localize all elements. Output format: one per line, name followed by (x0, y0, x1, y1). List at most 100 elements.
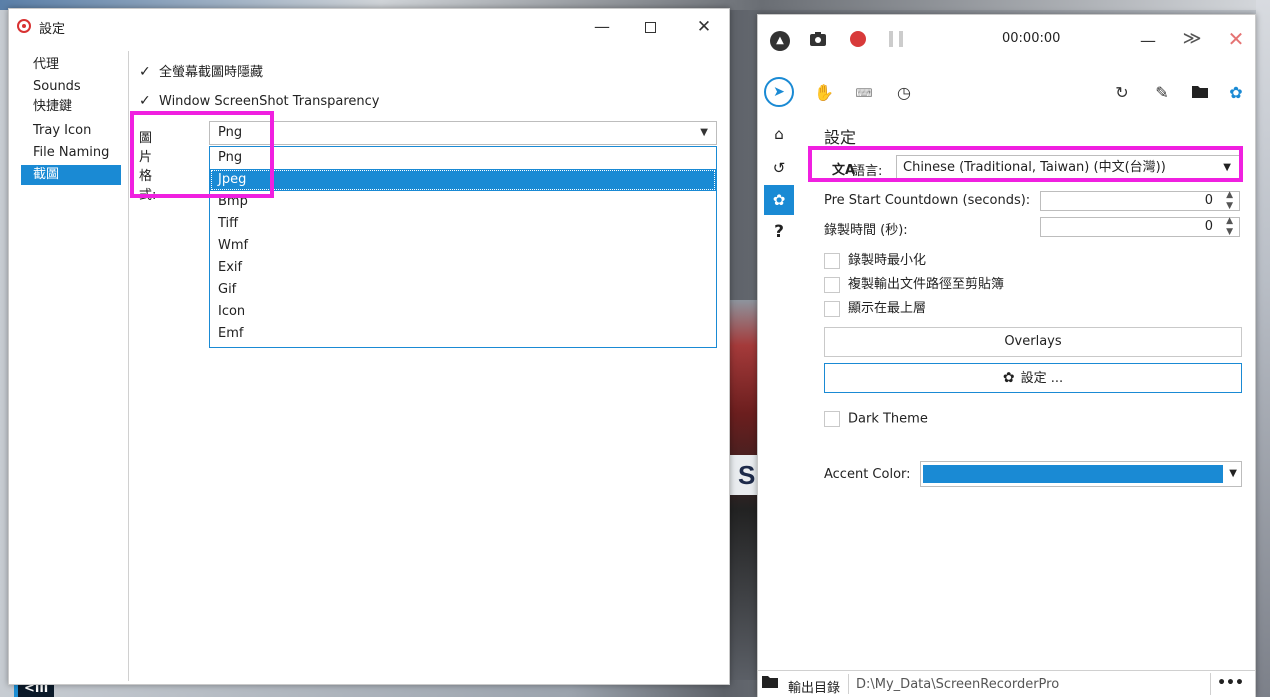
pause-icon[interactable] (889, 31, 903, 47)
copy-path-checkbox[interactable]: 複製輸出文件路徑至剪貼簿 (824, 273, 1005, 293)
more-options-button[interactable]: ••• (1210, 673, 1250, 695)
minimize-button[interactable]: — (587, 15, 617, 39)
chevron-down-icon: ▼ (700, 127, 708, 138)
record-duration-value: 0 (1204, 219, 1213, 234)
divider (848, 674, 849, 694)
format-option-png[interactable]: Png (210, 147, 716, 169)
check-icon: ✓ (139, 93, 151, 109)
recording-timer: 00:00:00 (1002, 31, 1061, 46)
recorder-window: ▲ 00:00:00 — ≫ ✕ ➤ ✋ ⌨ ◷ ↻ ✎ ✿ ⌂ ↺ ✿ ? 設… (757, 14, 1256, 697)
format-option-emf[interactable]: Emf (210, 323, 716, 345)
keyboard-icon[interactable]: ⌨ (852, 81, 876, 105)
format-option-tiff[interactable]: Tiff (210, 213, 716, 235)
checkbox-box[interactable] (824, 276, 840, 293)
window-title: 設定 (39, 22, 66, 37)
checkbox-label: 全螢幕截圖時隱藏 (159, 65, 264, 80)
panel-title: 設定 (824, 128, 857, 147)
settings-titlebar[interactable]: 設定 — ✕ (9, 9, 729, 45)
format-option-bmp[interactable]: Bmp (210, 191, 716, 213)
refresh-icon[interactable]: ↻ (1110, 81, 1134, 105)
gear-icon: ✿ (1002, 370, 1015, 386)
spinner-icon[interactable]: ▲ ▼ (1226, 190, 1233, 212)
output-folder-path[interactable]: D:\My_Data\ScreenRecorderPro (856, 677, 1059, 692)
folder-icon[interactable] (762, 675, 778, 692)
checkbox-label: 顯示在最上層 (848, 301, 927, 316)
camera-icon[interactable] (806, 29, 830, 53)
image-format-select[interactable]: Png ▼ (209, 121, 717, 145)
format-option-gif[interactable]: Gif (210, 279, 716, 301)
language-value: Chinese (Traditional, Taiwan) (中文(台灣)) (903, 160, 1166, 175)
desktop-wallpaper-edge (1256, 0, 1270, 697)
close-icon[interactable]: ✕ (1224, 27, 1248, 51)
format-option-icon[interactable]: Icon (210, 301, 716, 323)
minimize-icon[interactable]: — (1136, 29, 1160, 53)
settings-button[interactable]: ✿ 設定 ... (824, 363, 1242, 393)
check-icon: ✓ (139, 64, 151, 80)
chevron-down-icon: ▼ (1223, 162, 1231, 173)
home-icon[interactable]: ▲ (770, 31, 790, 51)
record-icon[interactable] (850, 31, 866, 47)
brush-icon[interactable]: ✎ (1150, 81, 1174, 105)
accent-color-select[interactable]: ▼ (920, 461, 1242, 487)
folder-icon[interactable] (1188, 81, 1212, 105)
sidebar-item-sounds[interactable]: Sounds (21, 77, 121, 97)
output-folder-label: 輸出目錄 (788, 681, 841, 696)
sidebar-item-file-naming[interactable]: File Naming (21, 143, 121, 163)
sidebar-item-proxy[interactable]: 代理 (21, 55, 121, 75)
checkbox-box[interactable] (824, 252, 840, 269)
format-option-jpeg[interactable]: Jpeg (210, 169, 716, 191)
settings-button-label: 設定 ... (1020, 371, 1064, 386)
sidebar-item-tray-icon[interactable]: Tray Icon (21, 121, 121, 141)
checkbox-box[interactable] (824, 411, 840, 427)
dark-theme-checkbox[interactable]: Dark Theme (824, 411, 928, 429)
checkbox-label: Window ScreenShot Transparency (159, 94, 380, 109)
close-button[interactable]: ✕ (689, 15, 719, 39)
minimize-on-record-checkbox[interactable]: 錄製時最小化 (824, 249, 927, 269)
desktop-badge: S (728, 455, 758, 495)
sidebar-item-screenshot[interactable]: 截圖 (21, 165, 121, 185)
hide-on-fullscreen-checkbox[interactable]: ✓ 全螢幕截圖時隱藏 (139, 61, 263, 81)
record-duration-row: 錄製時間 (秒): 0 ▲ ▼ (824, 216, 1240, 238)
settings-sidebar: 代理 Sounds 快捷鍵 Tray Icon File Naming 截圖 (9, 51, 129, 681)
image-format-value: Png (218, 125, 243, 140)
record-duration-input[interactable]: 0 ▲ ▼ (1040, 216, 1240, 238)
sidebar-item-hotkeys[interactable]: 快捷鍵 (21, 97, 121, 117)
checkbox-label: 錄製時最小化 (848, 253, 927, 268)
format-option-wmf[interactable]: Wmf (210, 235, 716, 257)
timer-icon[interactable]: ◷ (892, 81, 916, 105)
pre-start-countdown-input[interactable]: 0 ▲ ▼ (1040, 190, 1240, 212)
record-duration-label: 錄製時間 (秒): (824, 223, 908, 238)
help-icon[interactable]: ? (764, 217, 794, 247)
pre-start-countdown-label: Pre Start Countdown (seconds): (824, 193, 1031, 208)
home-icon[interactable]: ⌂ (764, 119, 794, 149)
checkbox-label: Dark Theme (848, 411, 928, 427)
pre-start-countdown-row: Pre Start Countdown (seconds): 0 ▲ ▼ (824, 190, 1240, 212)
language-row: 文A 語言: Chinese (Traditional, Taiwan) (中文… (824, 155, 1240, 181)
app-record-icon (17, 19, 31, 33)
pointer-icon[interactable]: ➤ (764, 77, 794, 107)
gear-icon[interactable]: ✿ (1224, 81, 1248, 105)
history-icon[interactable]: ↺ (764, 153, 794, 183)
output-folder-bar: 輸出目錄 D:\My_Data\ScreenRecorderPro ••• (758, 670, 1255, 697)
overlays-button[interactable]: Overlays (824, 327, 1242, 357)
spinner-icon[interactable]: ▲ ▼ (1226, 216, 1233, 238)
accent-color-swatch (923, 465, 1223, 483)
collapse-icon[interactable]: ≫ (1180, 27, 1204, 51)
always-on-top-checkbox[interactable]: 顯示在最上層 (824, 297, 927, 317)
format-option-exif[interactable]: Exif (210, 257, 716, 279)
language-label: 語言: (852, 164, 883, 179)
settings-window: 設定 — ✕ 代理 Sounds 快捷鍵 Tray Icon File Nami… (8, 8, 730, 685)
accent-color-label: Accent Color: (824, 467, 911, 482)
maximize-button[interactable] (635, 15, 665, 39)
pre-start-countdown-value: 0 (1204, 193, 1213, 208)
checkbox-label: 複製輸出文件路徑至剪貼簿 (848, 277, 1005, 292)
language-select[interactable]: Chinese (Traditional, Taiwan) (中文(台灣)) ▼ (896, 155, 1240, 181)
image-format-label: 圖片格式: (139, 131, 157, 203)
maximize-icon (644, 22, 656, 33)
image-format-dropdown: Png Jpeg Bmp Tiff Wmf Exif Gif Icon Emf (209, 146, 717, 348)
window-transparency-checkbox[interactable]: ✓ Window ScreenShot Transparency (139, 93, 379, 113)
checkbox-box[interactable] (824, 300, 840, 317)
hand-icon[interactable]: ✋ (812, 81, 836, 105)
chevron-down-icon: ▼ (1229, 468, 1237, 479)
gear-icon[interactable]: ✿ (764, 185, 794, 215)
